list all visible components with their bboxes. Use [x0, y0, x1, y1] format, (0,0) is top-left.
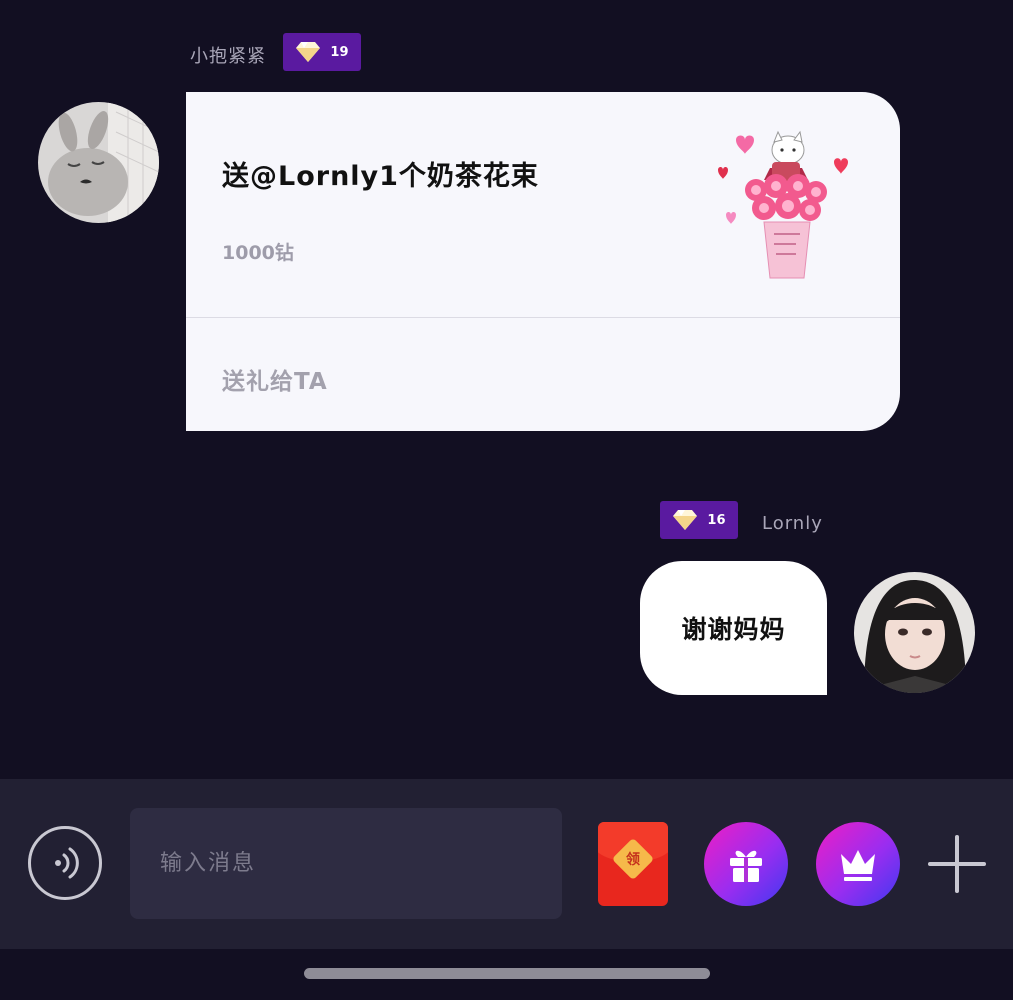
- incoming-level-badge: 19: [283, 33, 361, 71]
- level-number: 16: [707, 512, 726, 528]
- vip-crown-button[interactable]: [816, 822, 900, 906]
- gift-button[interactable]: [704, 822, 788, 906]
- crown-icon: [841, 850, 875, 881]
- rabbit-avatar-image: [38, 102, 159, 223]
- outgoing-level-badge: 16: [660, 501, 738, 539]
- diamond-icon: [673, 510, 698, 530]
- gift-title: 送@Lornly1个奶茶花束: [222, 161, 539, 192]
- message-input-bar: 领: [0, 779, 1013, 949]
- gift-price: 1000钻: [222, 242, 294, 264]
- milk-tea-bouquet-image: [718, 130, 848, 279]
- red-packet-button[interactable]: 领: [598, 822, 668, 906]
- voice-input-button[interactable]: [28, 826, 102, 900]
- incoming-sender-name[interactable]: 小抱紧紧: [190, 42, 266, 68]
- voice-icon: [55, 847, 79, 879]
- gift-message-card[interactable]: 送@Lornly1个奶茶花束 1000钻 送礼给TA: [186, 92, 900, 431]
- send-gift-button[interactable]: 送礼给TA: [222, 362, 328, 396]
- plus-icon[interactable]: [928, 835, 986, 893]
- gift-card-divider: [186, 317, 900, 318]
- home-indicator[interactable]: [304, 968, 710, 979]
- message-input[interactable]: [130, 808, 562, 919]
- diamond-icon: [296, 42, 321, 62]
- girl-avatar-image: [854, 572, 975, 693]
- outgoing-sender-name[interactable]: Lornly: [762, 513, 823, 534]
- red-packet-label: 领: [626, 852, 640, 868]
- outgoing-message-bubble[interactable]: 谢谢妈妈: [640, 561, 827, 695]
- gift-icon: [730, 850, 762, 882]
- incoming-avatar[interactable]: [38, 102, 159, 223]
- outgoing-avatar[interactable]: [854, 572, 975, 693]
- level-number: 19: [330, 44, 349, 60]
